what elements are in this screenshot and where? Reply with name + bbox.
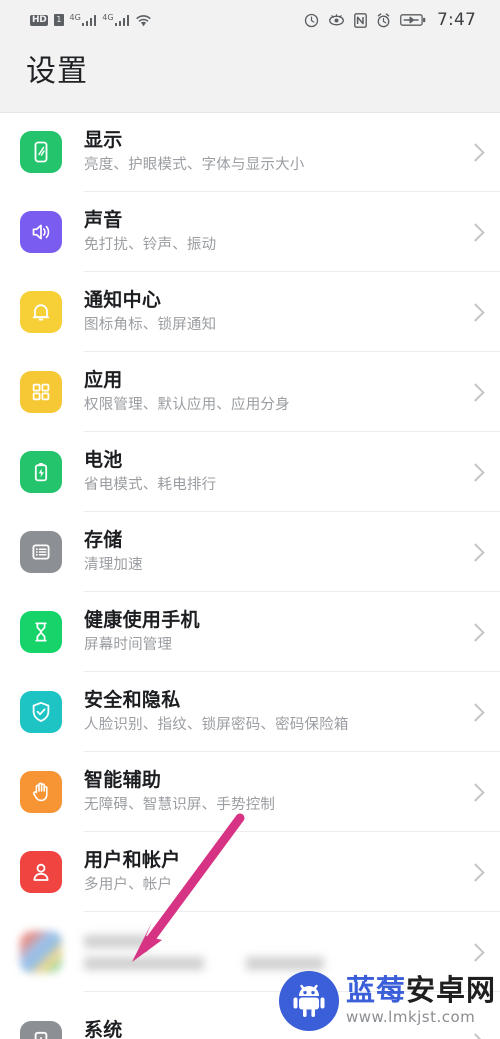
wifi-icon: [135, 14, 152, 27]
settings-row-notifications[interactable]: 通知中心 图标角标、锁屏通知: [0, 272, 500, 352]
nfc-icon: [354, 12, 367, 28]
page-title-bar: 设置: [0, 40, 500, 112]
row-title: 显示: [84, 128, 123, 151]
chevron-right-icon: [466, 382, 485, 402]
android-robot-icon: [278, 971, 339, 1031]
watermark-url: www.lmkjst.com: [345, 1008, 476, 1026]
row-text: 安全和隐私 人脸识别、指纹、锁屏密码、密码保险箱: [84, 689, 461, 736]
blurred-app-icon: [20, 931, 62, 973]
chevron-right-icon: [466, 142, 485, 162]
chevron-right-icon: [466, 222, 485, 242]
settings-row-users-accounts[interactable]: 用户和帐户 多用户、帐户: [0, 832, 500, 912]
settings-screen: HD 1 4G 4G 7:47 设置 显示 亮度、护眼模式、字体与显示大小 声音…: [0, 0, 500, 1039]
network-2-label: 4G: [102, 13, 114, 22]
row-title: 应用: [84, 368, 123, 391]
storage-icon: [20, 531, 62, 573]
row-title: 健康使用手机: [84, 608, 200, 631]
watermark-brand-blue: 蓝莓: [345, 973, 406, 1007]
row-subtitle: 免打扰、铃声、振动: [84, 237, 217, 254]
settings-row-apps[interactable]: 应用 权限管理、默认应用、应用分身: [0, 352, 500, 432]
settings-row-battery[interactable]: 电池 省电模式、耗电排行: [0, 432, 500, 512]
row-title: 通知中心: [84, 288, 162, 311]
settings-list: 显示 亮度、护眼模式、字体与显示大小 声音 免打扰、铃声、振动 通知中心 图标角…: [0, 112, 500, 1039]
user-account-icon: [20, 851, 62, 893]
settings-row-sound[interactable]: 声音 免打扰、铃声、振动: [0, 192, 500, 272]
network-1-label: 4G: [69, 13, 81, 22]
row-title: 声音: [84, 208, 123, 231]
redacted-title: [84, 934, 150, 948]
row-title: 用户和帐户: [84, 848, 181, 871]
display-icon: [20, 131, 62, 173]
hd-icon: HD: [30, 14, 49, 26]
chevron-right-icon: [466, 782, 485, 802]
row-text: 应用 权限管理、默认应用、应用分身: [84, 369, 461, 416]
status-bar-right-icons: 7:47: [304, 10, 476, 30]
row-subtitle: 屏幕时间管理: [84, 637, 173, 654]
row-subtitle: 图标角标、锁屏通知: [84, 317, 217, 334]
row-title: 存储: [84, 528, 123, 551]
eye-comfort-icon: [328, 13, 345, 27]
row-subtitle: 清理加速: [84, 557, 143, 574]
row-text: 健康使用手机 屏幕时间管理: [84, 609, 461, 656]
data-saver-icon: [304, 13, 319, 28]
sim-icon: 1: [54, 14, 64, 26]
redacted-subtitle: [84, 956, 461, 970]
row-subtitle: 亮度、护眼模式、字体与显示大小: [84, 157, 305, 174]
row-text: 显示 亮度、护眼模式、字体与显示大小: [84, 129, 461, 176]
row-title: 智能辅助: [84, 768, 162, 791]
settings-row-storage[interactable]: 存储 清理加速: [0, 512, 500, 592]
settings-row-display[interactable]: 显示 亮度、护眼模式、字体与显示大小: [0, 112, 500, 192]
row-subtitle: 省电模式、耗电排行: [84, 477, 217, 494]
chevron-right-icon: [466, 462, 485, 482]
row-title: 安全和隐私: [84, 688, 181, 711]
chevron-right-icon: [466, 942, 485, 962]
sound-icon: [20, 211, 62, 253]
battery-icon: [400, 13, 426, 27]
row-text: [84, 934, 461, 970]
watermark: 蓝莓安卓网 www.lmkjst.com: [278, 971, 496, 1031]
row-text: 存储 清理加速: [84, 529, 461, 576]
settings-row-security-privacy[interactable]: 安全和隐私 人脸识别、指纹、锁屏密码、密码保险箱: [0, 672, 500, 752]
status-bar-left-icons: HD 1 4G 4G: [30, 14, 152, 27]
signal-1-icon: 4G: [70, 14, 97, 26]
notification-bell-icon: [20, 291, 62, 333]
row-text: 通知中心 图标角标、锁屏通知: [84, 289, 461, 336]
row-text: 智能辅助 无障碍、智慧识屏、手势控制: [84, 769, 461, 816]
row-text: 声音 免打扰、铃声、振动: [84, 209, 461, 256]
row-subtitle: 无障碍、智慧识屏、手势控制: [84, 797, 276, 814]
row-subtitle: 权限管理、默认应用、应用分身: [84, 397, 290, 414]
settings-row-smart-assistance[interactable]: 智能辅助 无障碍、智慧识屏、手势控制: [0, 752, 500, 832]
signal-2-icon: 4G: [102, 13, 130, 26]
row-text: 用户和帐户 多用户、帐户: [84, 849, 461, 896]
shield-check-icon: [20, 691, 62, 733]
alarm-icon: [376, 12, 391, 28]
hourglass-icon: [20, 611, 62, 653]
system-phone-icon: [20, 1021, 62, 1039]
watermark-text: 蓝莓安卓网 www.lmkjst.com: [345, 976, 496, 1027]
row-text: 电池 省电模式、耗电排行: [84, 449, 461, 496]
hand-icon: [20, 771, 62, 813]
watermark-brand-dark: 安卓网: [405, 973, 496, 1007]
chevron-right-icon: [466, 702, 485, 722]
chevron-right-icon: [466, 622, 485, 642]
chevron-right-icon: [466, 1032, 485, 1039]
apps-grid-icon: [20, 371, 62, 413]
watermark-brand: 蓝莓安卓网: [346, 976, 496, 1005]
chevron-right-icon: [466, 302, 485, 322]
row-subtitle: 多用户、帐户: [84, 877, 173, 894]
page-title: 设置: [26, 54, 88, 89]
status-bar-clock: 7:47: [437, 10, 476, 30]
row-subtitle: 人脸识别、指纹、锁屏密码、密码保险箱: [84, 717, 349, 734]
battery-icon: [20, 451, 62, 493]
chevron-right-icon: [466, 862, 485, 882]
status-bar: HD 1 4G 4G 7:47: [0, 0, 500, 40]
row-title: 电池: [84, 448, 123, 471]
row-top-divider: [0, 112, 500, 113]
chevron-right-icon: [466, 542, 485, 562]
settings-row-digital-balance[interactable]: 健康使用手机 屏幕时间管理: [0, 592, 500, 672]
